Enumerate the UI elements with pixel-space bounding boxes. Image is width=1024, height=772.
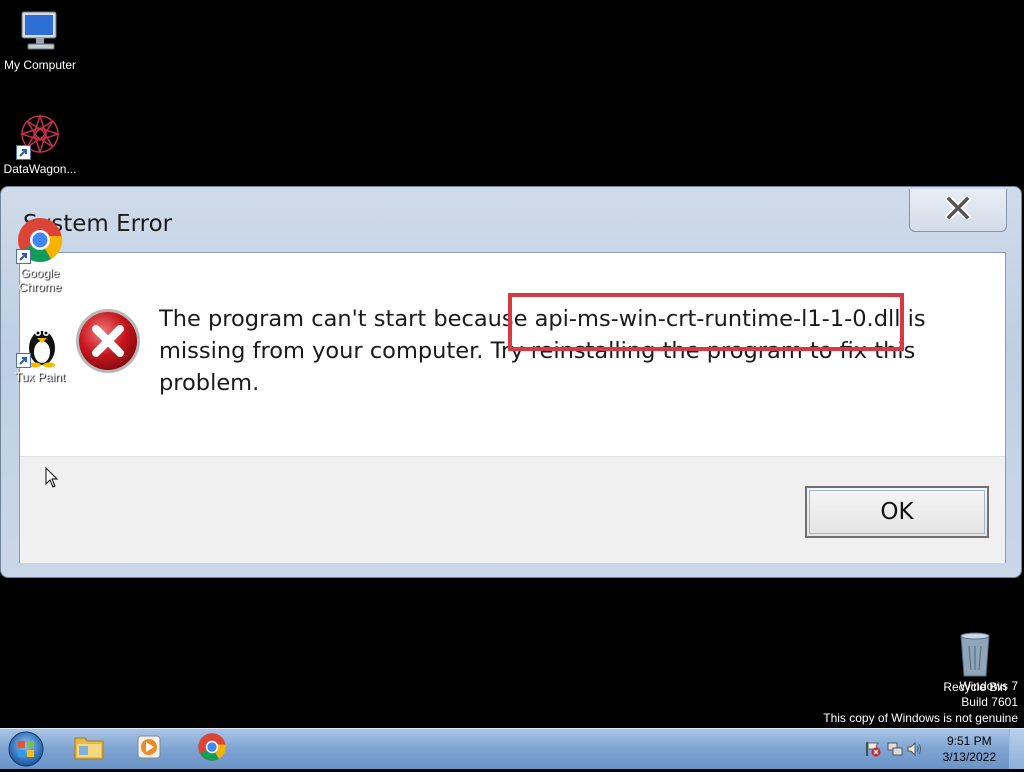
show-desktop-button[interactable] [1009, 729, 1024, 769]
action-center-flag-icon[interactable] [864, 740, 882, 758]
ok-button[interactable]: OK [805, 486, 989, 538]
chrome-icon [197, 732, 227, 766]
windows-watermark: Windows 7 Build 7601 This copy of Window… [823, 678, 1018, 726]
system-error-dialog: System Error The program can't start bec… [0, 186, 1022, 578]
clock-time: 9:51 PM [946, 734, 992, 748]
watermark-line-1: Windows 7 [959, 679, 1018, 693]
error-icon [74, 307, 142, 375]
watermark-line-3: This copy of Windows is not genuine [823, 711, 1018, 725]
desktop-icon-tux-paint[interactable]: Tux Paint [0, 320, 80, 384]
recycle-bin-icon [951, 630, 999, 678]
button-area: OK [20, 456, 1005, 563]
volume-icon[interactable] [906, 740, 924, 758]
mouse-cursor-icon [45, 466, 61, 493]
desktop-icon-my-computer[interactable]: My Computer [0, 8, 80, 72]
system-tray: 9:51 PM 3/13/2022 [854, 729, 1024, 769]
taskbar: 9:51 PM 3/13/2022 [0, 728, 1024, 769]
shortcut-arrow-icon [16, 353, 31, 368]
media-player-icon [135, 733, 163, 765]
windows-explorer-icon [73, 733, 105, 765]
datawagon-icon [16, 112, 64, 160]
taskbar-explorer-button[interactable] [64, 732, 114, 766]
watermark-line-2: Build 7601 [961, 695, 1018, 709]
desktop-icon-datawagon[interactable]: DataWagon... [0, 112, 80, 176]
taskbar-clock[interactable]: 9:51 PM 3/13/2022 [943, 733, 996, 765]
message-area: The program can't start because api-ms-w… [20, 253, 1005, 456]
desktop-icon-label: My Computer [3, 58, 77, 72]
dll-highlight-box [508, 293, 904, 351]
taskbar-chrome-button[interactable] [187, 732, 237, 766]
clock-date: 3/13/2022 [942, 750, 996, 764]
shortcut-arrow-icon [16, 145, 31, 160]
dialog-client-area: The program can't start because api-ms-w… [19, 252, 1006, 563]
message-text-before: The program can't start because [159, 306, 535, 332]
chrome-icon [16, 216, 64, 264]
computer-icon [16, 8, 64, 56]
desktop-icon-label: Google Chrome [18, 266, 62, 294]
desktop-icon-google-chrome[interactable]: Google Chrome [0, 216, 80, 294]
tux-penguin-icon [16, 320, 64, 368]
desktop-icon-label: DataWagon... [3, 162, 77, 176]
shortcut-arrow-icon [16, 249, 31, 264]
close-icon [944, 194, 972, 223]
network-icon[interactable] [886, 740, 904, 758]
close-button[interactable] [909, 189, 1007, 232]
start-button[interactable] [6, 730, 46, 768]
taskbar-media-player-button[interactable] [124, 732, 174, 766]
desktop-icon-label: Tux Paint [14, 370, 66, 384]
